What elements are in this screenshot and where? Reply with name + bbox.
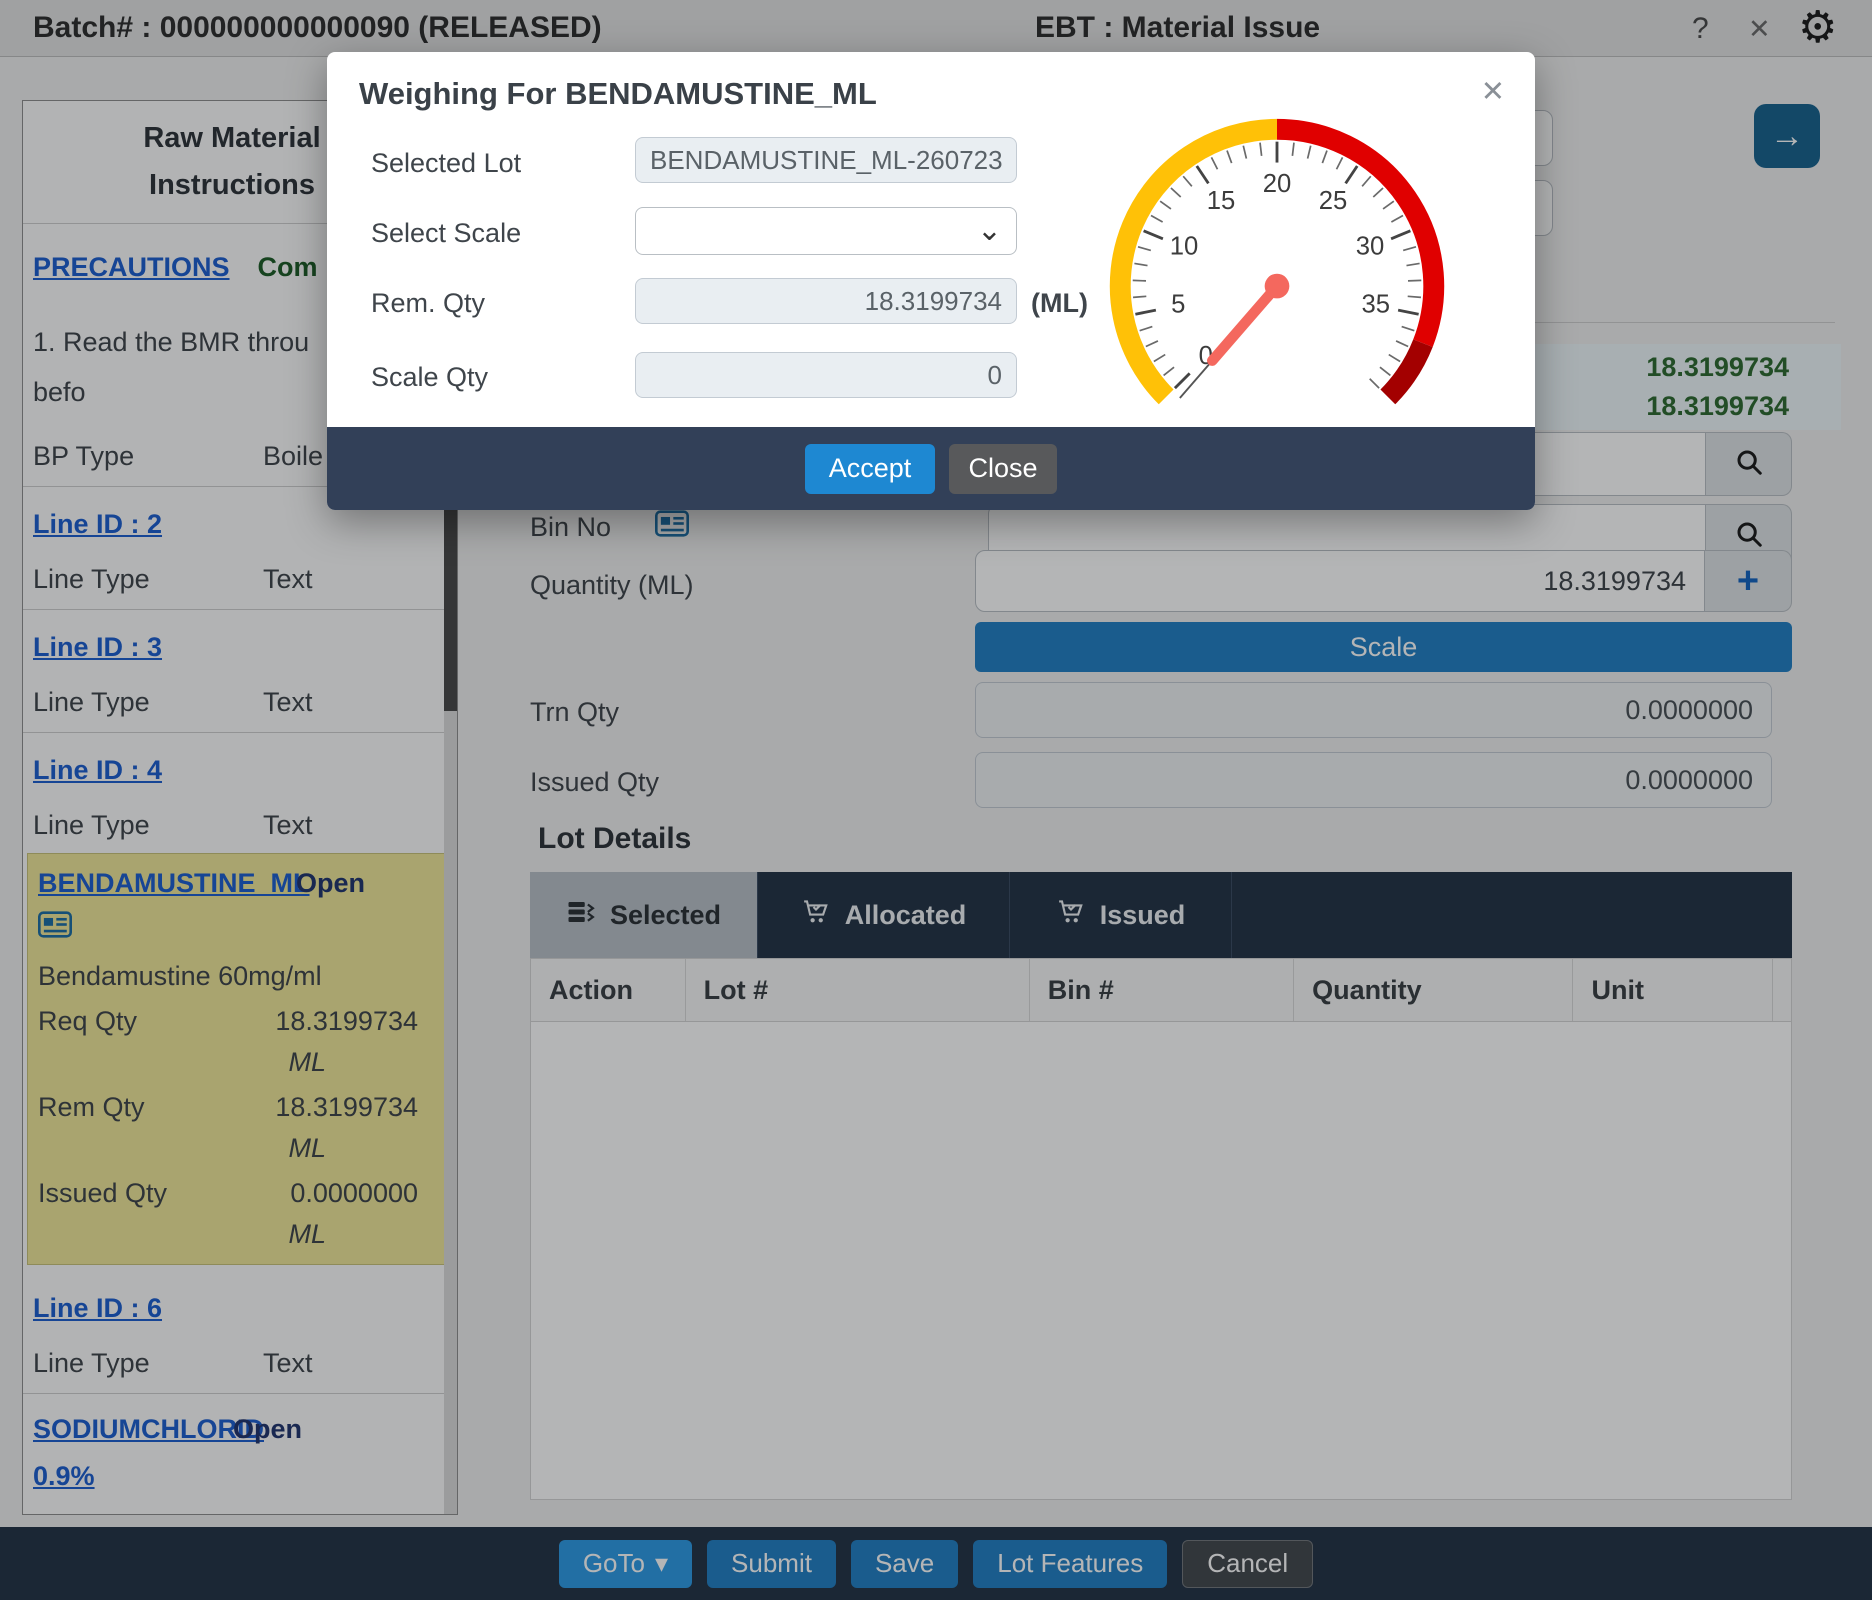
scale-qty-label: Scale Qty [371,362,488,393]
close-button[interactable]: Close [949,444,1057,494]
selected-lot-label: Selected Lot [371,148,521,179]
rem-qty-label: Rem. Qty [371,288,485,319]
svg-text:10: 10 [1170,232,1199,260]
select-scale-dropdown[interactable]: ⌄ [635,207,1017,255]
svg-text:15: 15 [1207,187,1236,215]
weighing-modal: Weighing For BENDAMUSTINE_ML ✕ Selected … [327,52,1535,510]
modal-footer: Accept Close [327,427,1535,510]
svg-text:5: 5 [1171,290,1185,318]
svg-text:35: 35 [1361,290,1390,318]
svg-text:25: 25 [1319,187,1348,215]
select-scale-label: Select Scale [371,218,521,249]
modal-title: Weighing For BENDAMUSTINE_ML [359,76,877,112]
selected-lot-input: BENDAMUSTINE_ML-260723-C [635,137,1017,183]
svg-text:20: 20 [1263,170,1292,198]
rem-qty-input: 18.3199734 [635,278,1017,324]
modal-close-icon[interactable]: ✕ [1481,74,1505,109]
scale-qty-input[interactable]: 0 [635,352,1017,398]
chevron-down-icon: ⌄ [977,226,1002,236]
accept-button[interactable]: Accept [805,444,935,494]
app-root: Batch# : 000000000000090 (RELEASED) EBT … [0,0,1872,1600]
rem-qty-unit: (ML) [1031,288,1088,319]
scale-gauge: 05101520253035 [1087,96,1467,421]
svg-text:30: 30 [1356,232,1385,260]
